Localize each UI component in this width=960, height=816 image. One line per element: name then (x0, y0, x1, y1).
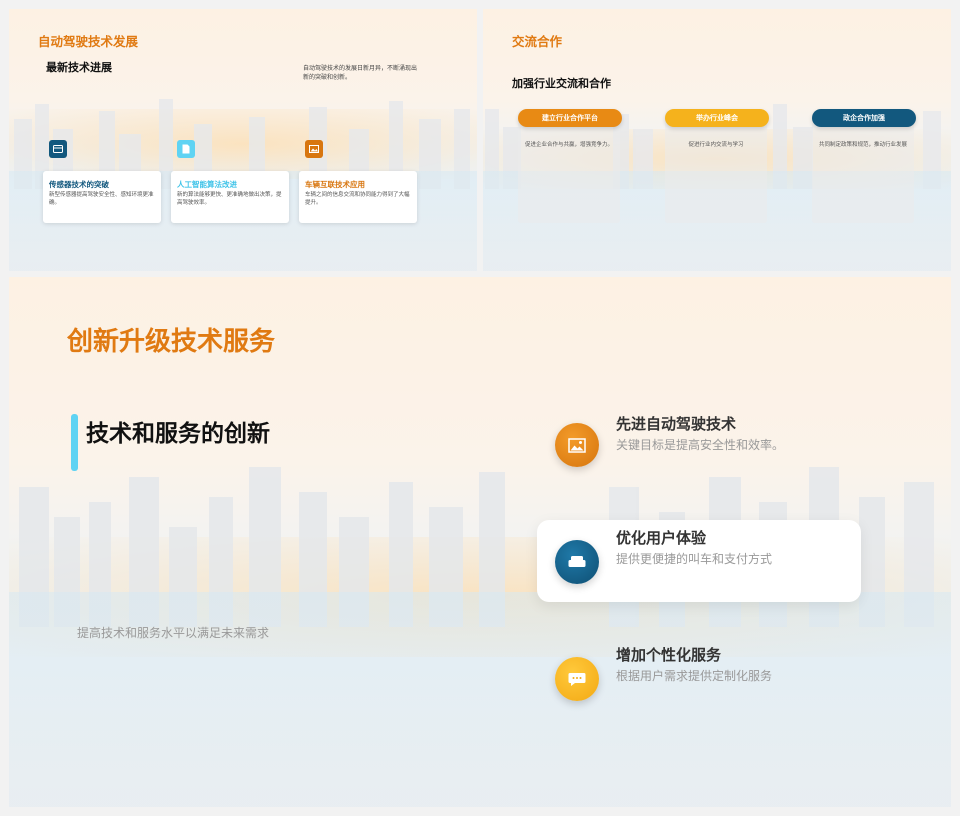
card-icon (49, 140, 67, 158)
slide-innovation-upgrade[interactable]: 创新升级技术服务 技术和服务的创新 提高技术和服务水平以满足未来需求 先进自动驾… (9, 277, 951, 807)
feature-desc: 根据用户需求提供定制化服务 (616, 669, 773, 683)
slide-title: 创新升级技术服务 (67, 327, 276, 357)
slide-title: 交流合作 (512, 34, 563, 49)
feature-title: 优化用户体验 (616, 529, 707, 547)
slide-subtitle: 最新技术进展 (46, 61, 112, 74)
card-desc: 车辆之间的信息交流和协同能力得到了大幅提升。 (305, 192, 410, 206)
accent-bar (71, 414, 78, 471)
slide-title: 自动驾驶技术发展 (38, 34, 139, 49)
column-government (812, 111, 914, 223)
pill-government[interactable]: 政企合作加强 (812, 109, 916, 127)
slide-subtitle: 加强行业交流和合作 (512, 77, 611, 90)
column-desc: 促进企业合作与共赢，增强竞争力。 (524, 142, 613, 148)
card-desc: 新型传感器提高驾驶安全性、感知环境更准确。 (49, 192, 154, 206)
card-sensor-tech[interactable]: 传感器技术的突破 新型传感器提高驾驶安全性、感知环境更准确。 (43, 171, 161, 223)
slide-exchange-cooperation[interactable]: 交流合作 加强行业交流和合作 建立行业合作平台 举办行业峰会 政企合作加强 促进… (483, 9, 951, 271)
document-icon (177, 140, 195, 158)
slide-subtitle: 技术和服务的创新 (86, 421, 270, 447)
card-vehicle-connectivity[interactable]: 车辆互联技术应用 车辆之间的信息交流和协同能力得到了大幅提升。 (299, 171, 417, 223)
feature-desc: 关键目标是提高安全性和效率。 (616, 438, 785, 452)
chat-icon (555, 657, 599, 701)
card-title: 传感器技术的突破 (49, 180, 109, 189)
footnote-text: 提高技术和服务水平以满足未来需求 (77, 626, 270, 640)
column-desc: 共同制定政策和规范，推动行业发展 (818, 142, 907, 148)
slide-autonomous-driving-development[interactable]: 自动驾驶技术发展 最新技术进展 自动驾驶技术的发展日新月异，不断涌现出新的突破和… (9, 9, 477, 271)
image-icon (305, 140, 323, 158)
pill-summit[interactable]: 举办行业峰会 (665, 109, 769, 127)
column-platform (518, 111, 620, 223)
feature-title: 增加个性化服务 (616, 646, 722, 664)
card-desc: 新的算法能够更快、更准确地做出决策，提高驾驶效率。 (177, 192, 282, 206)
card-title: 人工智能算法改进 (177, 180, 237, 189)
feature-desc: 提供更便捷的叫车和支付方式 (616, 552, 773, 566)
column-desc: 促进行业内交流与学习 (688, 142, 744, 148)
sofa-icon (555, 540, 599, 584)
pill-platform[interactable]: 建立行业合作平台 (518, 109, 622, 127)
image-icon (555, 423, 599, 467)
intro-text: 自动驾驶技术的发展日新月异，不断涌现出新的突破和创新。 (303, 65, 418, 81)
card-ai-algorithm[interactable]: 人工智能算法改进 新的算法能够更快、更准确地做出决策，提高驾驶效率。 (171, 171, 289, 223)
feature-title: 先进自动驾驶技术 (616, 415, 737, 433)
column-summit (665, 111, 767, 223)
card-title: 车辆互联技术应用 (305, 180, 365, 189)
